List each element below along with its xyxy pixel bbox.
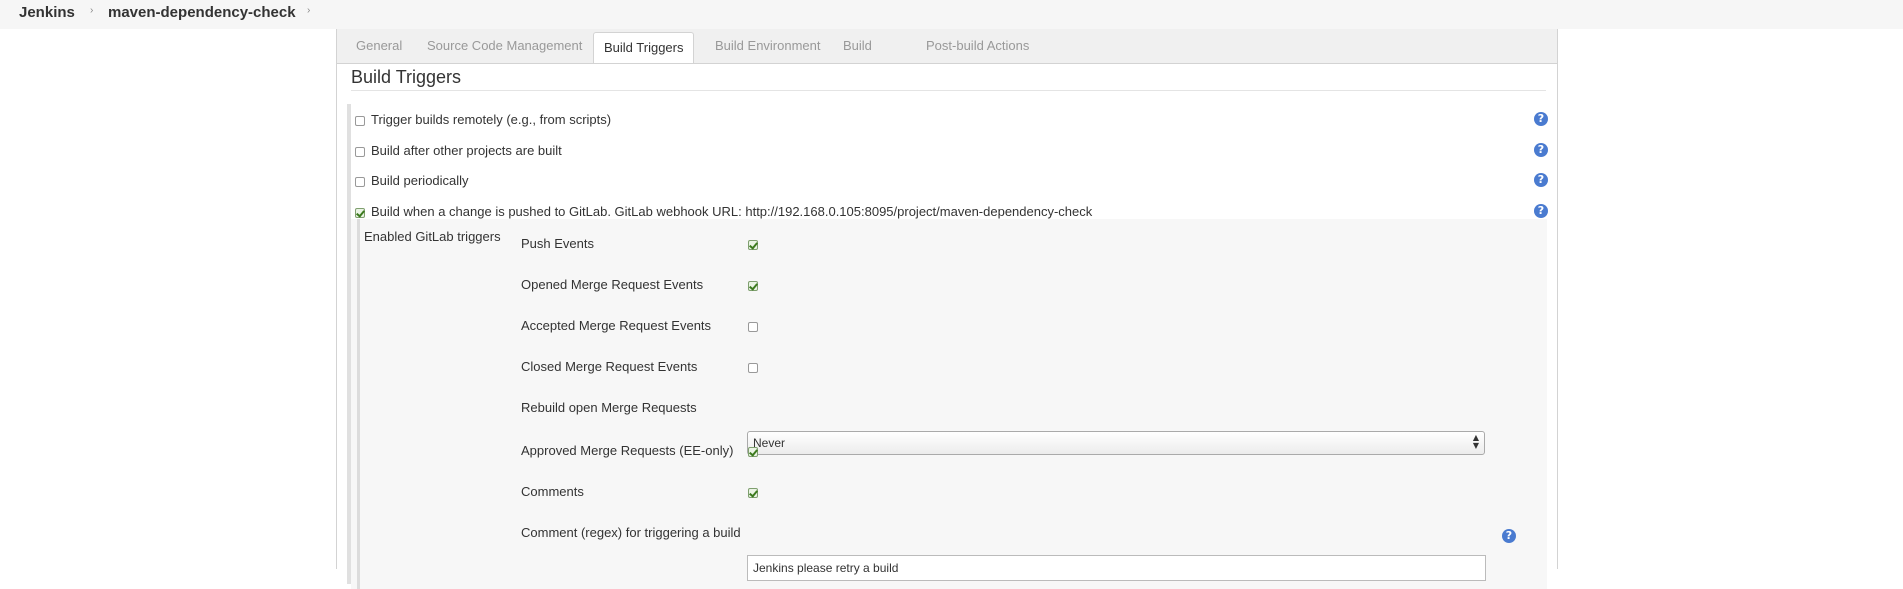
section-divider — [351, 90, 1546, 91]
breadcrumb-jenkins[interactable]: Jenkins — [19, 4, 75, 21]
comments-label: Comments — [521, 484, 584, 499]
trigger-gitlab-label: Build when a change is pushed to GitLab.… — [371, 204, 1093, 219]
breadcrumb: Jenkins › maven-dependency-check › — [0, 0, 1903, 29]
accepted-mr-events-checkbox[interactable] — [748, 322, 758, 332]
approved-mr-checkbox[interactable] — [748, 447, 758, 457]
help-icon[interactable]: ? — [1502, 529, 1516, 543]
tab-general[interactable]: General — [356, 38, 402, 53]
trigger-periodically-label: Build periodically — [371, 173, 469, 188]
trigger-after-projects-label: Build after other projects are built — [371, 143, 562, 158]
tab-build[interactable]: Build — [843, 38, 872, 53]
trigger-periodically-checkbox[interactable] — [355, 177, 365, 187]
rebuild-open-mr-label: Rebuild open Merge Requests — [521, 400, 697, 415]
config-panel: General Source Code Management Build Tri… — [336, 29, 1558, 589]
comments-checkbox[interactable] — [748, 488, 758, 498]
opened-mr-events-label: Opened Merge Request Events — [521, 277, 704, 292]
select-arrows-icon: ▲ ▼ — [1472, 433, 1479, 450]
help-icon[interactable]: ? — [1534, 112, 1548, 126]
tab-build-environment[interactable]: Build Environment — [715, 38, 821, 53]
opened-mr-events-checkbox[interactable] — [748, 281, 758, 291]
trigger-row-periodically: Build periodically ? — [337, 170, 1557, 192]
gitlab-options-rail — [357, 219, 360, 589]
accepted-mr-events-label: Accepted Merge Request Events — [521, 318, 712, 333]
help-icon[interactable]: ? — [1534, 173, 1548, 187]
trigger-row-after-projects: Build after other projects are built ? — [337, 140, 1557, 162]
breadcrumb-separator-icon[interactable]: › — [90, 5, 93, 16]
approved-mr-label: Approved Merge Requests (EE-only) — [521, 443, 734, 458]
gitlab-group-label: Enabled GitLab triggers — [364, 229, 501, 244]
tab-build-triggers[interactable]: Build Triggers — [593, 32, 695, 63]
gitlab-trigger-options: Enabled GitLab triggers Push Events Open… — [351, 219, 1547, 589]
closed-mr-events-checkbox[interactable] — [748, 363, 758, 373]
tab-post-build-actions[interactable]: Post-build Actions — [926, 38, 1029, 53]
comment-regex-label: Comment (regex) for triggering a build — [521, 525, 741, 540]
push-events-label: Push Events — [521, 236, 594, 251]
trigger-remote-checkbox[interactable] — [355, 116, 365, 126]
breadcrumb-project[interactable]: maven-dependency-check — [108, 4, 296, 21]
comment-regex-input[interactable] — [747, 555, 1486, 581]
rebuild-open-mr-select[interactable]: Never ▲ ▼ — [747, 431, 1485, 455]
help-icon[interactable]: ? — [1534, 204, 1548, 218]
breadcrumb-separator-icon[interactable]: › — [307, 5, 310, 16]
closed-mr-events-label: Closed Merge Request Events — [521, 359, 698, 374]
section-title: Build Triggers — [351, 67, 462, 87]
trigger-gitlab-checkbox[interactable] — [355, 208, 365, 218]
trigger-row-remote: Trigger builds remotely (e.g., from scri… — [337, 109, 1557, 131]
help-icon[interactable]: ? — [1534, 143, 1548, 157]
config-tab-bar: General Source Code Management Build Tri… — [337, 29, 1557, 64]
trigger-remote-label: Trigger builds remotely (e.g., from scri… — [371, 112, 612, 127]
trigger-after-projects-checkbox[interactable] — [355, 147, 365, 157]
push-events-checkbox[interactable] — [748, 240, 758, 250]
tab-source-code-management[interactable]: Source Code Management — [427, 38, 582, 53]
